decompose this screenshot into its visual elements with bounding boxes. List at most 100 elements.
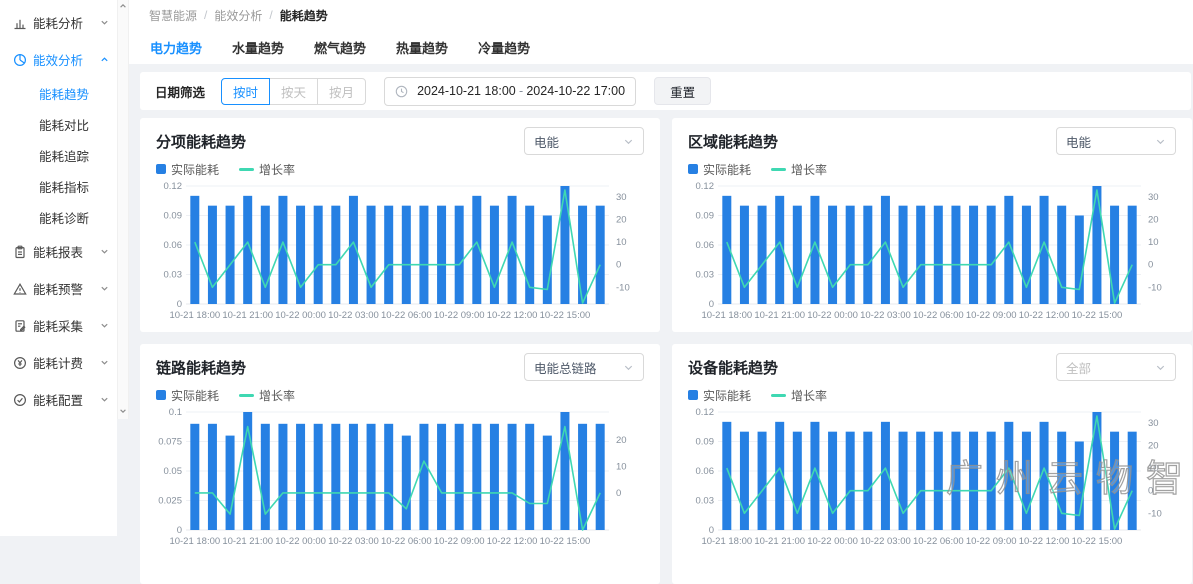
- svg-text:0.1: 0.1: [169, 407, 182, 418]
- svg-text:0.09: 0.09: [696, 437, 715, 448]
- svg-text:10-22 03:00: 10-22 03:00: [328, 310, 379, 321]
- legend-label: 实际能耗: [171, 387, 219, 404]
- breadcrumb-item[interactable]: 智慧能源: [149, 7, 197, 24]
- svg-text:10-22 00:00: 10-22 00:00: [807, 536, 858, 547]
- svg-text:10-21 21:00: 10-21 21:00: [754, 536, 805, 547]
- svg-text:-10: -10: [1148, 282, 1162, 293]
- legend-growth-rate[interactable]: 增长率: [771, 387, 827, 404]
- svg-text:10-22 12:00: 10-22 12:00: [1019, 536, 1070, 547]
- tab-water-trend[interactable]: 水量趋势: [232, 38, 284, 57]
- legend-growth-rate[interactable]: 增长率: [239, 161, 295, 178]
- sidebar-subitem-energy-trace[interactable]: 能耗追踪: [0, 140, 117, 171]
- chevron-down-icon: [100, 321, 109, 330]
- legend-growth-rate[interactable]: 增长率: [771, 161, 827, 178]
- sidebar-subitem-energy-trend[interactable]: 能耗趋势: [0, 78, 117, 109]
- legend-actual-energy[interactable]: 实际能耗: [688, 387, 751, 404]
- sidebar-item-label: 能耗分析: [33, 13, 83, 32]
- svg-text:0: 0: [616, 260, 621, 271]
- breadcrumb-item[interactable]: 能效分析: [214, 7, 262, 24]
- breadcrumb-separator: /: [204, 8, 207, 22]
- tab-heat-trend[interactable]: 热量趋势: [396, 38, 448, 57]
- sidebar-subitem-energy-diagnosis[interactable]: 能耗诊断: [0, 202, 117, 233]
- report-icon: [13, 245, 27, 259]
- date-mode-group: 按时 按天 按月: [221, 78, 366, 105]
- scroll-down-icon[interactable]: [119, 407, 127, 417]
- device-select[interactable]: 全部: [1056, 353, 1176, 381]
- chevron-down-icon: [1155, 136, 1166, 147]
- tab-cooling-trend[interactable]: 冷量趋势: [478, 38, 530, 57]
- legend-bar-swatch: [688, 390, 698, 400]
- legend-actual-energy[interactable]: 实际能耗: [688, 161, 751, 178]
- svg-text:0: 0: [177, 299, 182, 310]
- sidebar-subitem-energy-compare[interactable]: 能耗对比: [0, 109, 117, 140]
- sidebar-item-energy-report[interactable]: 能耗报表: [0, 233, 117, 270]
- svg-text:10-21 21:00: 10-21 21:00: [222, 310, 273, 321]
- svg-text:10-22 12:00: 10-22 12:00: [487, 310, 538, 321]
- svg-text:10-21 18:00: 10-21 18:00: [701, 536, 752, 547]
- energy-type-select[interactable]: 电能: [1056, 127, 1176, 155]
- breadcrumb-separator: /: [269, 8, 272, 22]
- svg-text:10-22 03:00: 10-22 03:00: [328, 536, 379, 547]
- chart-canvas: 00.030.060.090.12-10010203010-21 18:0010…: [156, 178, 643, 326]
- date-start-value: 2024-10-21 18:00: [417, 84, 516, 98]
- legend-actual-energy[interactable]: 实际能耗: [156, 387, 219, 404]
- sidebar-item-energy-config[interactable]: 能耗配置: [0, 381, 117, 418]
- sidebar-item-efficiency-analysis[interactable]: 能效分析: [0, 41, 117, 78]
- svg-text:0.06: 0.06: [696, 240, 715, 251]
- select-value: 电能: [534, 132, 559, 151]
- svg-text:0.075: 0.075: [158, 437, 182, 448]
- sidebar-subitem-energy-indicator[interactable]: 能耗指标: [0, 171, 117, 202]
- svg-text:10-22 06:00: 10-22 06:00: [381, 536, 432, 547]
- svg-text:0.12: 0.12: [164, 181, 183, 192]
- svg-text:10-22 12:00: 10-22 12:00: [1019, 310, 1070, 321]
- chevron-down-icon: [100, 284, 109, 293]
- mode-by-month-button[interactable]: 按月: [317, 78, 366, 105]
- tab-electricity-trend[interactable]: 电力趋势: [150, 38, 202, 57]
- energy-type-select[interactable]: 电能: [524, 127, 644, 155]
- sidebar-item-energy-collection[interactable]: 能耗采集: [0, 307, 117, 344]
- sidebar-item-energy-analysis[interactable]: 能耗分析: [0, 4, 117, 41]
- svg-text:10-22 06:00: 10-22 06:00: [913, 310, 964, 321]
- sidebar-item-label: 能效分析: [33, 50, 83, 69]
- chevron-down-icon: [100, 18, 109, 27]
- sidebar-item-energy-billing[interactable]: 能耗计费: [0, 344, 117, 381]
- svg-text:10-22 03:00: 10-22 03:00: [860, 536, 911, 547]
- svg-text:10-22 09:00: 10-22 09:00: [434, 536, 485, 547]
- tab-gas-trend[interactable]: 燃气趋势: [314, 38, 366, 57]
- svg-text:0.03: 0.03: [164, 270, 183, 281]
- mode-by-day-button[interactable]: 按天: [269, 78, 318, 105]
- mode-by-hour-button[interactable]: 按时: [221, 78, 270, 105]
- reset-button[interactable]: 重置: [654, 77, 711, 105]
- sidebar-scrollbar[interactable]: [117, 0, 129, 419]
- billing-icon: [13, 356, 27, 370]
- legend-actual-energy[interactable]: 实际能耗: [156, 161, 219, 178]
- sidebar-item-energy-warning[interactable]: 能耗预警: [0, 270, 117, 307]
- collect-icon: [13, 319, 27, 333]
- svg-text:0.05: 0.05: [164, 466, 183, 477]
- chart-title: 分项能耗趋势: [156, 131, 246, 152]
- chevron-down-icon: [100, 358, 109, 367]
- svg-text:0: 0: [1148, 486, 1153, 497]
- link-select[interactable]: 电能总链路: [524, 353, 644, 381]
- svg-text:20: 20: [1148, 440, 1159, 451]
- svg-text:10-22 00:00: 10-22 00:00: [807, 310, 858, 321]
- svg-text:30: 30: [1148, 418, 1159, 429]
- svg-text:10: 10: [1148, 463, 1159, 474]
- svg-text:0: 0: [177, 525, 182, 536]
- legend-label: 增长率: [791, 161, 827, 178]
- chevron-up-icon: [100, 55, 109, 64]
- svg-text:10: 10: [1148, 237, 1159, 248]
- sidebar-item-label: 能耗配置: [33, 390, 83, 409]
- svg-text:10-22 15:00: 10-22 15:00: [540, 310, 591, 321]
- select-value: 全部: [1066, 358, 1091, 377]
- date-range-input[interactable]: 2024-10-21 18:00 - 2024-10-22 17:00: [384, 77, 636, 106]
- legend-growth-rate[interactable]: 增长率: [239, 387, 295, 404]
- scroll-up-icon[interactable]: [119, 2, 127, 12]
- breadcrumb: 智慧能源 / 能效分析 / 能耗趋势: [129, 0, 1193, 30]
- legend-bar-swatch: [156, 390, 166, 400]
- svg-text:10-22 12:00: 10-22 12:00: [487, 536, 538, 547]
- legend-label: 实际能耗: [703, 161, 751, 178]
- svg-text:10-22 09:00: 10-22 09:00: [434, 310, 485, 321]
- chart-canvas: 00.0250.050.0750.10102010-21 18:0010-21 …: [156, 404, 643, 552]
- svg-text:10-22 06:00: 10-22 06:00: [381, 310, 432, 321]
